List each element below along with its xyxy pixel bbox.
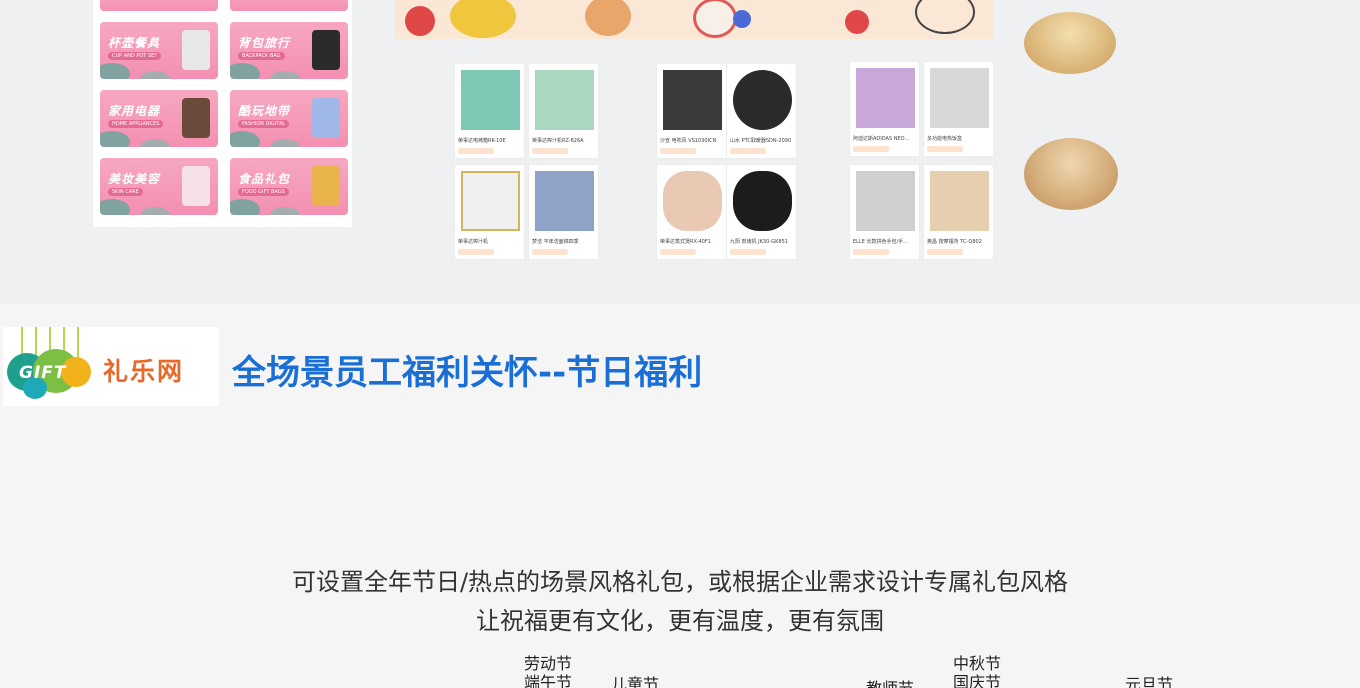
product-name: 荣事达榨汁机RZ-826A [532, 138, 584, 144]
product-price [927, 249, 963, 255]
product-image [663, 70, 722, 130]
product-price [458, 148, 494, 154]
product-name: 山水 PTC取暖器SDN-2090 [730, 138, 792, 144]
product-name: 阿迪达斯ADIDAS NEO... [853, 136, 910, 142]
product-image [663, 171, 722, 231]
category-sublabel: BACKPACK BAG [238, 52, 285, 60]
category-sublabel: FOOD GIFT BAGS [238, 188, 289, 196]
category-label: 家用电器 [108, 104, 161, 118]
backpack-image [312, 30, 340, 70]
product-name: 荣事达蒸式煲RX-40F1 [660, 239, 711, 245]
holiday-label: 劳动节 [524, 654, 573, 673]
category-label: 酷玩地带 [238, 104, 291, 118]
product-price [532, 148, 568, 154]
category-tile-appliances[interactable]: 家用电器 HOME APPLIANCES [100, 90, 218, 147]
cupcake-image [585, 0, 631, 36]
category-panel: 杯壶餐具 CUP AND POT SET 背包旅行 BACKPACK BAG 家… [93, 0, 352, 227]
category-label: 杯壶餐具 [108, 36, 161, 50]
product-image [535, 171, 594, 231]
product-image [733, 171, 792, 231]
logo-badge: GIFT [19, 363, 67, 383]
category-tile-cups[interactable]: 杯壶餐具 CUP AND POT SET [100, 22, 218, 79]
category-tile-beauty[interactable]: 美妆美容 SKIN CARE [100, 158, 218, 215]
description-line-1: 可设置全年节日/热点的场景风格礼包，或根据企业需求设计专属礼包风格 [291, 568, 1069, 596]
product-card[interactable]: 荣事达电烤箱RK-10E [454, 63, 525, 159]
product-name: 多功能电热饭盒 [927, 136, 963, 142]
product-image [461, 171, 520, 231]
product-image [930, 68, 989, 128]
product-card[interactable]: 九阳 煎烤机 JK30-GK851 [726, 164, 797, 260]
category-sublabel: CUP AND POT SET [108, 52, 162, 60]
cutlery-image [915, 0, 975, 34]
category-label: 食品礼包 [238, 172, 291, 186]
product-price [853, 249, 889, 255]
category-sublabel: FASHION DIGITAL [238, 120, 290, 128]
product-showcase: 杯壶餐具 CUP AND POT SET 背包旅行 BACKPACK BAG 家… [0, 0, 1360, 304]
page-title: 全场景员工福利关怀--节日福利 [232, 353, 703, 393]
product-card[interactable]: 多功能电热饭盒 [923, 61, 994, 157]
thermos-image [182, 30, 210, 70]
holiday-label: 儿童节 [611, 675, 660, 688]
product-price [532, 249, 568, 255]
dessert-image [693, 0, 737, 38]
blueberry-image [733, 10, 751, 28]
product-image [856, 171, 915, 231]
logo[interactable]: GIFT 礼乐网 [3, 327, 219, 406]
product-price [660, 249, 696, 255]
logo-text: 礼乐网 [103, 357, 185, 386]
category-label: 背包旅行 [238, 36, 291, 50]
product-image [535, 70, 594, 130]
kettle-image [182, 98, 210, 138]
product-name: 荣事达榨汁机 [458, 239, 489, 245]
product-card[interactable]: 山水 PTC取暖器SDN-2090 [726, 63, 797, 159]
product-card[interactable]: ELLE 长款拼色手包/手... [849, 164, 920, 260]
product-card[interactable]: 奥昌 按摩捶背 TC-Q802 [923, 164, 994, 260]
product-name: 荣事达电烤箱RK-10E [458, 138, 506, 144]
product-name: 沙宣 电吹风 VS1030ICN [660, 138, 717, 144]
product-card[interactable]: 梦洁 平床洁面锦四季 [528, 164, 599, 260]
food-box-image [312, 166, 340, 206]
category-tile-partial[interactable] [100, 0, 218, 11]
product-image [461, 70, 520, 130]
holiday-label: 教师节 [866, 680, 914, 688]
product-price [730, 148, 766, 154]
description-line-2: 让祝福更有文化，更有温度，更有氛围 [476, 607, 884, 635]
category-tile-food[interactable]: 食品礼包 FOOD GIFT BAGS [230, 158, 348, 215]
strawberry-image [405, 6, 435, 36]
holiday-label: 国庆节 [953, 673, 1002, 688]
blueberry-cake-image [1024, 138, 1118, 210]
product-card[interactable]: 沙宣 电吹风 VS1030ICN [656, 63, 727, 159]
product-price [927, 146, 963, 152]
product-card[interactable]: 荣事达蒸式煲RX-40F1 [656, 164, 727, 260]
product-name: 奥昌 按摩捶背 TC-Q802 [927, 239, 982, 245]
category-tile-digital[interactable]: 酷玩地带 FASHION DIGITAL [230, 90, 348, 147]
product-price [853, 146, 889, 152]
product-card[interactable]: 荣事达榨汁机RZ-826A [528, 63, 599, 159]
food-banner [395, 0, 993, 39]
holiday-label: 端午节 [524, 673, 573, 688]
product-card[interactable]: 荣事达榨汁机 [454, 164, 525, 260]
product-card[interactable]: 阿迪达斯ADIDAS NEO... [849, 61, 920, 157]
strawberry-image [845, 10, 869, 34]
category-sublabel: SKIN CARE [108, 188, 143, 196]
product-image [856, 68, 915, 128]
category-tile-partial[interactable] [230, 0, 348, 11]
category-tile-backpack[interactable]: 背包旅行 BACKPACK BAG [230, 22, 348, 79]
product-image [733, 70, 792, 130]
product-price [660, 148, 696, 154]
tart-image [450, 0, 516, 38]
holiday-label: 元旦节 [1125, 675, 1174, 688]
phone-image [312, 98, 340, 138]
crepe-cake-image [1024, 12, 1116, 74]
product-price [730, 249, 766, 255]
cosmetics-image [182, 166, 210, 206]
product-name: 梦洁 平床洁面锦四季 [532, 239, 579, 245]
holiday-label: 中秋节 [953, 654, 1002, 673]
category-sublabel: HOME APPLIANCES [108, 120, 164, 128]
product-name: ELLE 长款拼色手包/手... [853, 239, 908, 245]
product-price [458, 249, 494, 255]
product-image [930, 171, 989, 231]
category-label: 美妆美容 [108, 172, 161, 186]
product-name: 九阳 煎烤机 JK30-GK851 [730, 239, 788, 245]
